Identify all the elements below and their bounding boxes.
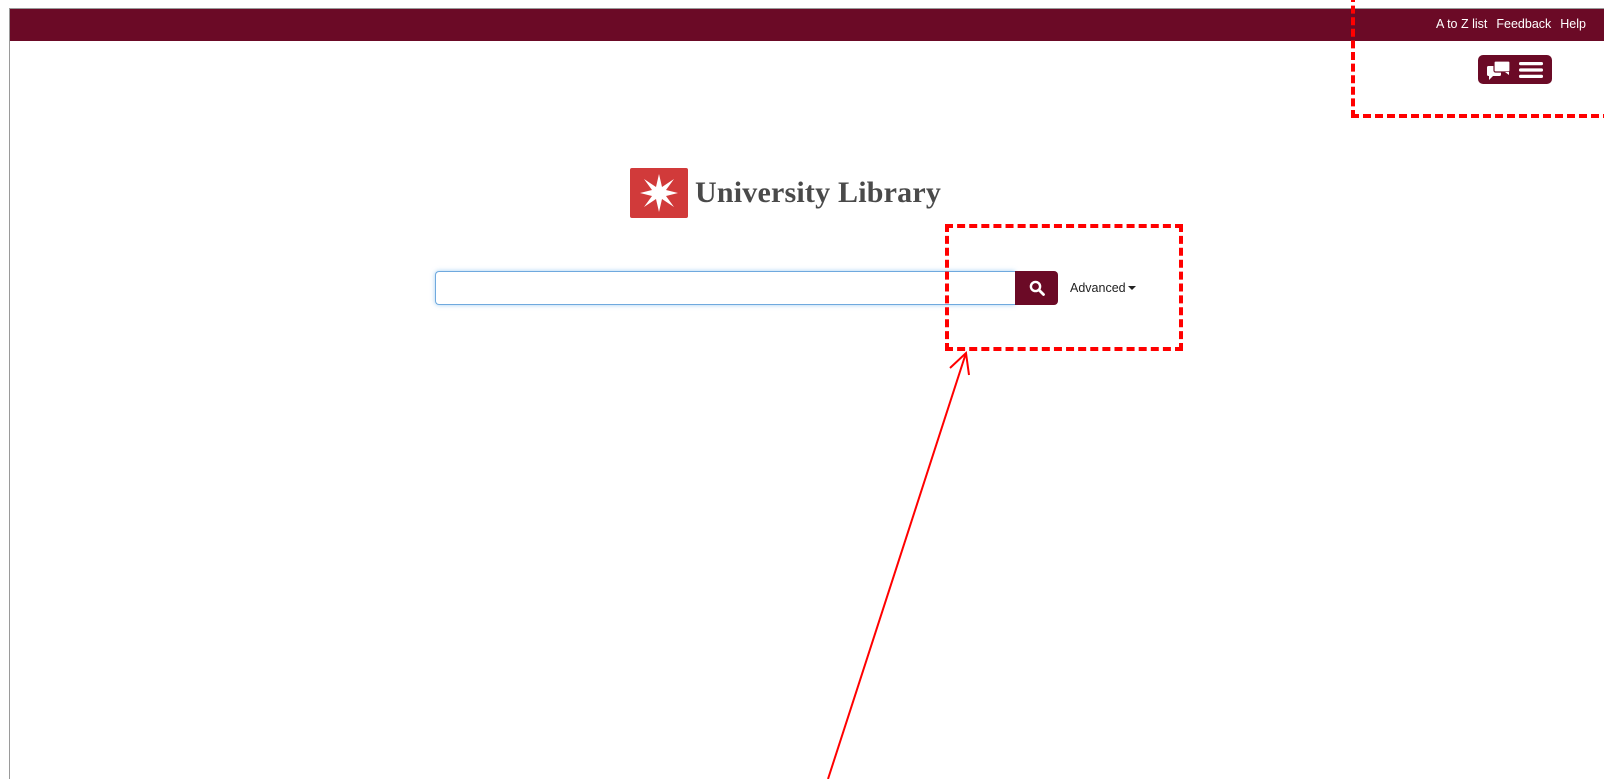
annotation-box-top-right <box>1351 0 1604 118</box>
search-input[interactable] <box>435 271 1015 305</box>
logo-text: University Library <box>695 176 942 209</box>
library-logo[interactable]: University Library <box>630 168 941 218</box>
star-burst-icon <box>630 168 688 218</box>
annotation-box-advanced <box>945 224 1183 351</box>
page-frame <box>9 8 1604 779</box>
